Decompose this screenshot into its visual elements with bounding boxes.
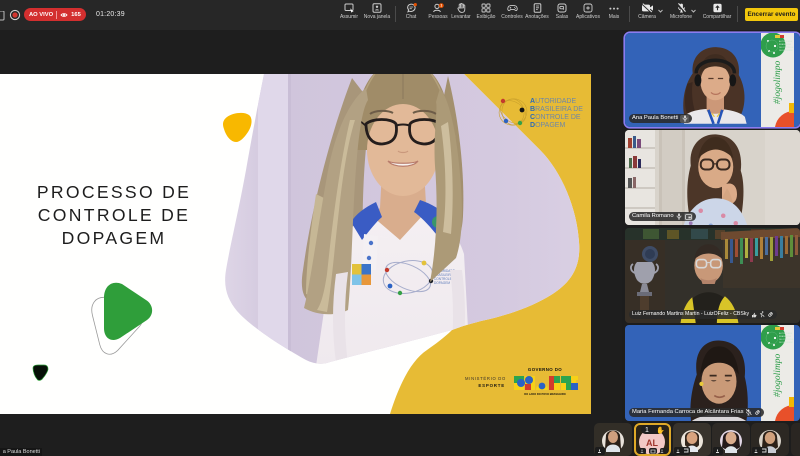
svg-text:DE DOPAGEM: DE DOPAGEM xyxy=(779,341,793,344)
svg-text:CONTROLE DE: CONTROLE DE xyxy=(530,114,581,121)
svg-text:AUTORIDADE: AUTORIDADE xyxy=(530,98,576,105)
svg-text:DE CONTROLE: DE CONTROLE xyxy=(779,47,794,49)
svg-text:1: 1 xyxy=(440,4,442,8)
svg-text:BRASILEIRA: BRASILEIRA xyxy=(779,335,791,338)
svg-text:BRASILEIRA: BRASILEIRA xyxy=(779,43,791,46)
svg-text:PROCESSO DE: PROCESSO DE xyxy=(37,182,191,202)
svg-text:CONTROLE DE: CONTROLE DE xyxy=(38,205,190,225)
svg-text:DE CONTROLE: DE CONTROLE xyxy=(779,339,794,341)
svg-text:DOPAGEM: DOPAGEM xyxy=(530,122,565,129)
svg-text:ESPORTE: ESPORTE xyxy=(478,383,505,388)
svg-text:#jogolimpo: #jogolimpo xyxy=(773,353,783,397)
svg-text:DOPAGEM: DOPAGEM xyxy=(62,228,167,248)
svg-text:BRASILEIRA DE: BRASILEIRA DE xyxy=(530,106,583,113)
svg-text:#jogolimpo: #jogolimpo xyxy=(773,60,783,104)
svg-text:1: 1 xyxy=(645,427,649,434)
svg-text:MINISTÉRIO DO: MINISTÉRIO DO xyxy=(465,376,506,381)
svg-text:DO LADO DO POVO BRASILEIRO: DO LADO DO POVO BRASILEIRO xyxy=(524,392,566,396)
svg-text:GOVERNO DO: GOVERNO DO xyxy=(528,367,562,372)
svg-text:AUTORIDADE: AUTORIDADE xyxy=(779,332,793,335)
svg-text:AL: AL xyxy=(646,438,658,448)
svg-text:✋: ✋ xyxy=(656,426,665,435)
svg-text:DE DOPAGEM: DE DOPAGEM xyxy=(779,49,793,52)
svg-text:AUTORIDADE: AUTORIDADE xyxy=(779,40,793,43)
svg-text:DOPAGEM: DOPAGEM xyxy=(434,281,450,285)
